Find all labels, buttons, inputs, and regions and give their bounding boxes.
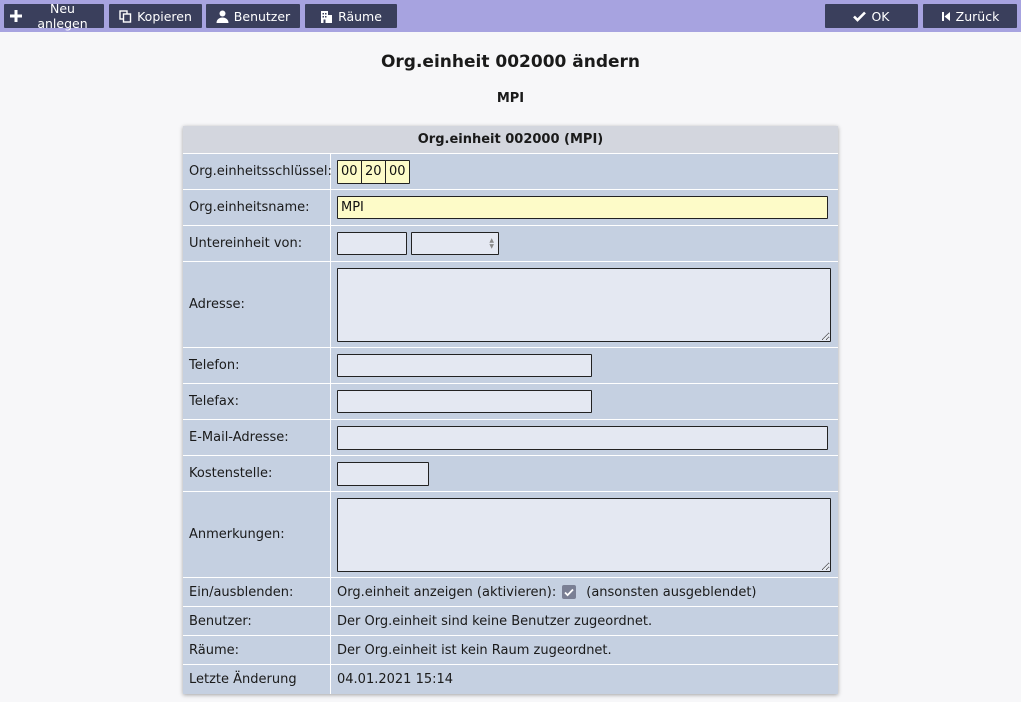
users-button[interactable]: Benutzer bbox=[206, 4, 300, 28]
cost-center-input[interactable] bbox=[337, 461, 429, 486]
email-input[interactable] bbox=[337, 425, 828, 450]
row-address: Adresse: bbox=[183, 262, 838, 348]
row-email: E-Mail-Adresse: bbox=[183, 420, 838, 456]
address-label: Adresse: bbox=[183, 262, 331, 347]
row-users: Benutzer: Der Org.einheit sind keine Ben… bbox=[183, 607, 838, 636]
cost-center-label: Kostenstelle: bbox=[183, 456, 331, 491]
fax-input[interactable] bbox=[337, 390, 592, 413]
new-button[interactable]: Neu anlegen bbox=[4, 1, 104, 31]
phone-input[interactable] bbox=[337, 354, 592, 377]
back-button[interactable]: Zurück bbox=[923, 4, 1017, 28]
row-fax: Telefax: bbox=[183, 384, 838, 420]
notes-textarea[interactable] bbox=[337, 497, 831, 572]
checkmark-icon bbox=[564, 588, 574, 596]
row-visibility: Ein/ausblenden: Org.einheit anzeigen (ak… bbox=[183, 578, 838, 607]
parent-code-input[interactable] bbox=[337, 232, 407, 255]
notes-label: Anmerkungen: bbox=[183, 492, 331, 577]
plus-icon bbox=[10, 10, 22, 22]
back-button-label: Zurück bbox=[955, 8, 1000, 24]
copy-button-label: Kopieren bbox=[137, 8, 192, 24]
row-cost-center: Kostenstelle: bbox=[183, 456, 838, 492]
key-part1-input[interactable] bbox=[337, 159, 362, 184]
page-subtitle: MPI bbox=[496, 91, 525, 106]
parent-select[interactable]: ▲ ▼ bbox=[411, 232, 499, 255]
phone-label: Telefon: bbox=[183, 348, 331, 383]
row-name: Org.einheitsname: bbox=[183, 190, 838, 226]
name-label: Org.einheitsname: bbox=[183, 190, 331, 225]
org-unit-form: Org.einheit 002000 (MPI) Org.einheitssch… bbox=[183, 126, 838, 694]
page-title: Org.einheit 002000 ändern bbox=[380, 52, 641, 72]
user-icon bbox=[216, 10, 229, 23]
copy-icon bbox=[119, 9, 132, 23]
users-info: Der Org.einheit sind keine Benutzer zuge… bbox=[337, 613, 653, 629]
fax-label: Telefax: bbox=[183, 384, 331, 419]
visibility-hint: (ansonsten ausgeblendet) bbox=[586, 584, 757, 600]
last-change-label: Letzte Änderung bbox=[183, 665, 331, 694]
visibility-checkbox-label: Org.einheit anzeigen (aktivieren): bbox=[337, 584, 557, 600]
row-rooms: Räume: Der Org.einheit ist kein Raum zug… bbox=[183, 636, 838, 665]
ok-button[interactable]: OK bbox=[825, 4, 918, 28]
key-part3-input[interactable] bbox=[385, 159, 410, 184]
row-parent: Untereinheit von: ▲ ▼ bbox=[183, 226, 838, 262]
rooms-info: Der Org.einheit ist kein Raum zugeordnet… bbox=[337, 642, 612, 658]
copy-button[interactable]: Kopieren bbox=[109, 4, 202, 28]
key-label: Org.einheitsschlüssel: bbox=[183, 154, 332, 189]
row-phone: Telefon: bbox=[183, 348, 838, 384]
ok-button-label: OK bbox=[871, 8, 890, 24]
row-key: Org.einheitsschlüssel: bbox=[183, 154, 838, 190]
email-label: E-Mail-Adresse: bbox=[183, 420, 331, 455]
name-input[interactable] bbox=[337, 196, 828, 219]
building-icon bbox=[320, 10, 333, 23]
spinner-arrows-icon: ▲ ▼ bbox=[489, 237, 494, 250]
parent-label: Untereinheit von: bbox=[183, 226, 331, 261]
users-button-label: Benutzer bbox=[233, 8, 291, 24]
visibility-label: Ein/ausblenden: bbox=[183, 578, 331, 606]
key-part2-input[interactable] bbox=[361, 159, 386, 184]
rooms-button[interactable]: Räume bbox=[305, 4, 397, 28]
address-textarea[interactable] bbox=[337, 267, 831, 342]
users-label: Benutzer: bbox=[183, 607, 331, 635]
row-notes: Anmerkungen: bbox=[183, 492, 838, 578]
check-icon bbox=[853, 11, 867, 22]
skip-back-icon bbox=[941, 11, 951, 22]
form-header: Org.einheit 002000 (MPI) bbox=[183, 126, 838, 154]
new-button-label: Neu anlegen bbox=[37, 1, 88, 31]
last-change-value: 04.01.2021 15:14 bbox=[337, 672, 454, 687]
rooms-label: Räume: bbox=[183, 636, 331, 664]
rooms-button-label: Räume bbox=[338, 8, 382, 24]
toolbar: Neu anlegen Kopieren Benutzer Räume OK Z… bbox=[0, 0, 1021, 32]
row-last-change: Letzte Änderung 04.01.2021 15:14 bbox=[183, 665, 838, 694]
visibility-checkbox[interactable] bbox=[562, 585, 577, 599]
